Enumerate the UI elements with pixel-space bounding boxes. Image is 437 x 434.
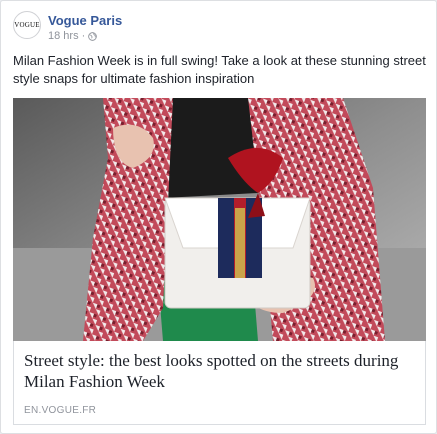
post-timestamp[interactable]: 18 hrs bbox=[48, 30, 79, 42]
post-header: VOGUE Vogue Paris 18 hrs · bbox=[13, 11, 423, 43]
globe-icon[interactable] bbox=[88, 31, 98, 41]
page-avatar[interactable]: VOGUE bbox=[13, 11, 41, 39]
facebook-post-card: VOGUE Vogue Paris 18 hrs · Milan Fashion… bbox=[0, 0, 437, 434]
link-preview[interactable]: Street style: the best looks spotted on … bbox=[13, 341, 426, 425]
link-title[interactable]: Street style: the best looks spotted on … bbox=[24, 350, 414, 392]
meta-separator: · bbox=[81, 30, 86, 42]
street-style-photo[interactable] bbox=[13, 98, 426, 341]
link-domain: EN.VOGUE.FR bbox=[24, 405, 97, 416]
post-meta: 18 hrs · bbox=[48, 30, 98, 42]
avatar-logo-text: VOGUE bbox=[14, 21, 40, 29]
post-message: Milan Fashion Week is in full swing! Tak… bbox=[13, 53, 426, 86]
page-name-link[interactable]: Vogue Paris bbox=[48, 13, 122, 28]
